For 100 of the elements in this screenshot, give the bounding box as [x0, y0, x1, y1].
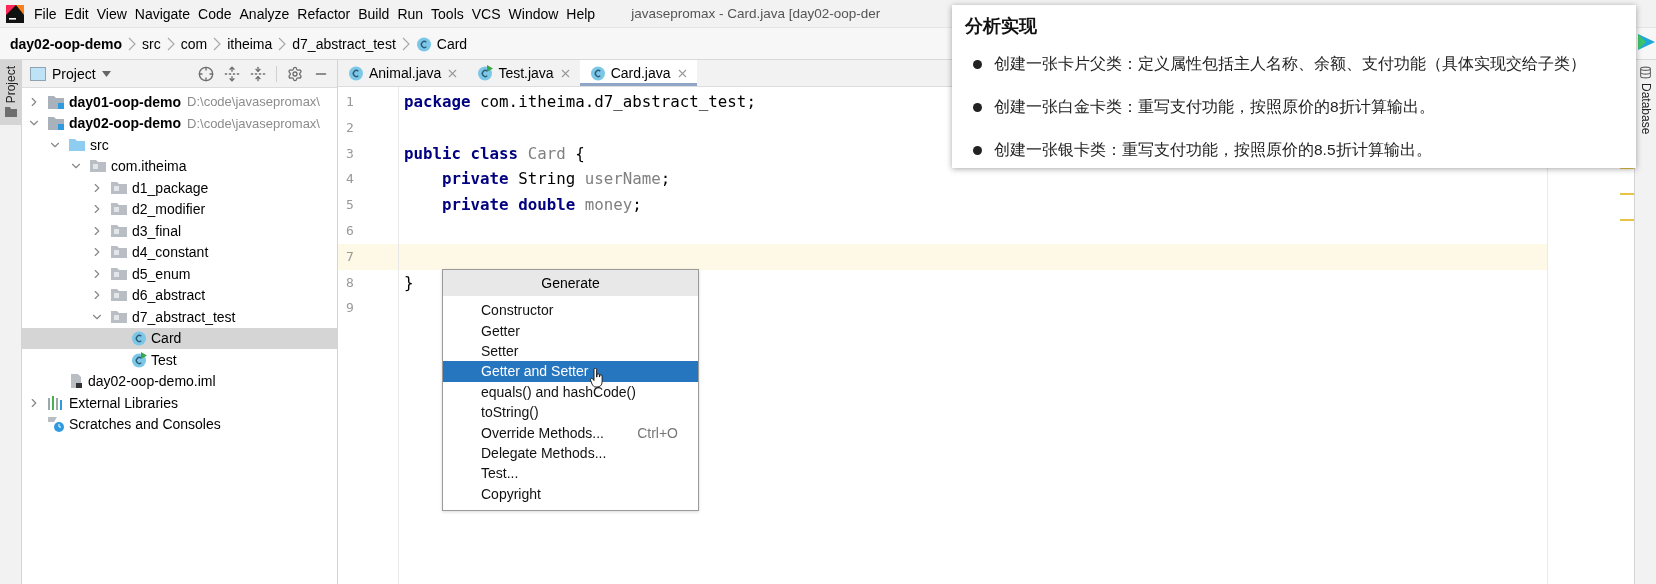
- error-stripe-mark: [1620, 219, 1634, 221]
- locate-icon[interactable]: [198, 65, 214, 82]
- package-folder-icon: [110, 179, 128, 196]
- tree-item-label: d1_package: [132, 179, 209, 196]
- tree-item[interactable]: d5_enum: [22, 263, 337, 285]
- package-folder-icon: [110, 244, 128, 261]
- tree-item-label: d4_constant: [132, 244, 209, 261]
- tree-item[interactable]: d3_final: [22, 220, 337, 242]
- menu-item[interactable]: Window: [508, 5, 567, 22]
- tree-item[interactable]: d7_abstract_test: [22, 306, 337, 328]
- tree-item[interactable]: day01-oop-demo D:\code\javasepromax\: [22, 91, 337, 113]
- tree-item-label: d3_final: [132, 222, 182, 239]
- menu-item[interactable]: Code: [198, 5, 240, 22]
- menu-item[interactable]: Override Methods... Ctrl+O: [443, 422, 698, 443]
- menu-item[interactable]: File: [34, 5, 65, 22]
- tree-item[interactable]: d1_package: [22, 177, 337, 199]
- line-number: 6: [345, 222, 355, 240]
- breadcrumb-item[interactable]: src: [142, 35, 161, 52]
- settings-icon[interactable]: [287, 65, 303, 82]
- tree-item-label: day01-oop-demo: [69, 93, 181, 110]
- tree-item[interactable]: d6_abstract: [22, 284, 337, 306]
- tree-item[interactable]: Scratches and Consoles: [22, 413, 337, 435]
- tree-item-label: Test: [151, 351, 177, 368]
- breadcrumb-item[interactable]: com: [180, 35, 208, 52]
- breadcrumb-item[interactable]: day02-oop-demo: [10, 35, 122, 52]
- menu-item[interactable]: Edit: [64, 5, 97, 22]
- editor-tab[interactable]: Card.java: [579, 60, 697, 86]
- folder-icon: [4, 107, 17, 118]
- tree-item-label: d7_abstract_test: [132, 308, 236, 325]
- logo-icon: [1636, 33, 1656, 51]
- menu-item[interactable]: Getter and Setter: [443, 361, 698, 382]
- menu-item[interactable]: Delegate Methods...: [443, 442, 698, 464]
- tree-item[interactable]: day02-oop-demo.iml: [22, 370, 337, 392]
- tree-item[interactable]: d2_modifier: [22, 198, 337, 220]
- chevron-icon: [213, 36, 222, 51]
- menu-item[interactable]: Build: [358, 5, 398, 22]
- class-icon: [589, 65, 606, 81]
- tree-item[interactable]: d4_constant: [22, 241, 337, 263]
- breadcrumb-item[interactable]: Card: [415, 35, 468, 52]
- bullet-icon: [973, 146, 982, 155]
- menu-item[interactable]: Constructor: [443, 300, 698, 321]
- dropdown-icon: [101, 70, 111, 77]
- popup-title: Generate: [443, 270, 698, 296]
- window-icon: [30, 66, 46, 81]
- menu-item[interactable]: VCS: [471, 5, 509, 22]
- tree-item-label: d2_modifier: [132, 201, 206, 218]
- breadcrumb-item[interactable]: d7_abstract_test: [292, 35, 396, 52]
- bullet-text: 创建一张白金卡类：重写支付功能，按照原价的8折计算输出。: [994, 97, 1435, 117]
- tree-item-label: day02-oop-demo: [69, 115, 181, 132]
- bullet-text: 创建一张卡片父类：定义属性包括主人名称、余额、支付功能（具体实现交给子类）: [994, 54, 1586, 74]
- menu-item[interactable]: Run: [397, 5, 432, 22]
- module-folder-icon: [47, 93, 65, 110]
- line-number: 4: [345, 170, 355, 189]
- chevron-icon: [278, 36, 287, 51]
- tree-item[interactable]: day02-oop-demo D:\code\javasepromax\: [22, 112, 337, 134]
- tree-item[interactable]: Card: [22, 327, 337, 349]
- menu-item[interactable]: Help: [566, 5, 604, 22]
- expand-all-icon[interactable]: [224, 65, 240, 82]
- tree-item-label: External Libraries: [69, 394, 178, 411]
- menu-item[interactable]: Test...: [443, 463, 698, 484]
- module-folder-icon: [47, 115, 65, 132]
- tree-item-label: Scratches and Consoles: [69, 416, 221, 433]
- tree-item[interactable]: com.itheima: [22, 155, 337, 177]
- menu-item[interactable]: Tools: [431, 5, 472, 22]
- tree-item[interactable]: External Libraries: [22, 392, 337, 414]
- app-logo-icon: [6, 4, 24, 23]
- package-folder-icon: [110, 287, 128, 304]
- breadcrumb-item[interactable]: itheima: [227, 35, 273, 52]
- tree-item[interactable]: Test: [22, 349, 337, 371]
- line-number: 2: [345, 118, 355, 137]
- menu-item[interactable]: View: [96, 5, 135, 22]
- menu-item[interactable]: Refactor: [297, 5, 359, 22]
- module-path: D:\code\javasepromax\: [187, 94, 320, 110]
- menu-item[interactable]: toString(): [443, 401, 698, 423]
- chevron-icon: [128, 36, 136, 51]
- collapse-all-icon[interactable]: [250, 65, 266, 82]
- bullet-icon: [973, 60, 982, 69]
- folder-icon: [68, 136, 86, 153]
- menu-item[interactable]: Copyright: [443, 483, 698, 504]
- menu-item[interactable]: equals() and hashCode(): [443, 381, 698, 402]
- tree-item-label: com.itheima: [111, 158, 187, 175]
- tree-item-label: src: [90, 136, 109, 153]
- class-icon: [348, 65, 364, 81]
- menu-item[interactable]: Analyze: [239, 5, 298, 22]
- menu-item[interactable]: Setter: [443, 340, 698, 362]
- line-number: 7: [338, 243, 398, 270]
- package-folder-icon: [110, 201, 128, 218]
- tree-item-label: Card: [151, 330, 182, 347]
- window-title: javasepromax - Card.java [day02-oop-der: [631, 6, 881, 21]
- editor-tab[interactable]: Animal.java: [338, 60, 468, 86]
- editor-tab[interactable]: Test.java: [467, 60, 580, 86]
- database-strip-button[interactable]: Database: [1635, 60, 1656, 143]
- menu-item[interactable]: Getter: [443, 320, 698, 341]
- error-stripe-mark: [1620, 193, 1634, 195]
- line-number: 8: [345, 273, 355, 292]
- menu-item[interactable]: Navigate: [134, 5, 199, 22]
- test-class-icon: [131, 351, 147, 368]
- panel-title[interactable]: Project: [52, 65, 96, 82]
- tree-item[interactable]: src: [22, 134, 337, 156]
- project-strip-button[interactable]: Project: [0, 60, 21, 126]
